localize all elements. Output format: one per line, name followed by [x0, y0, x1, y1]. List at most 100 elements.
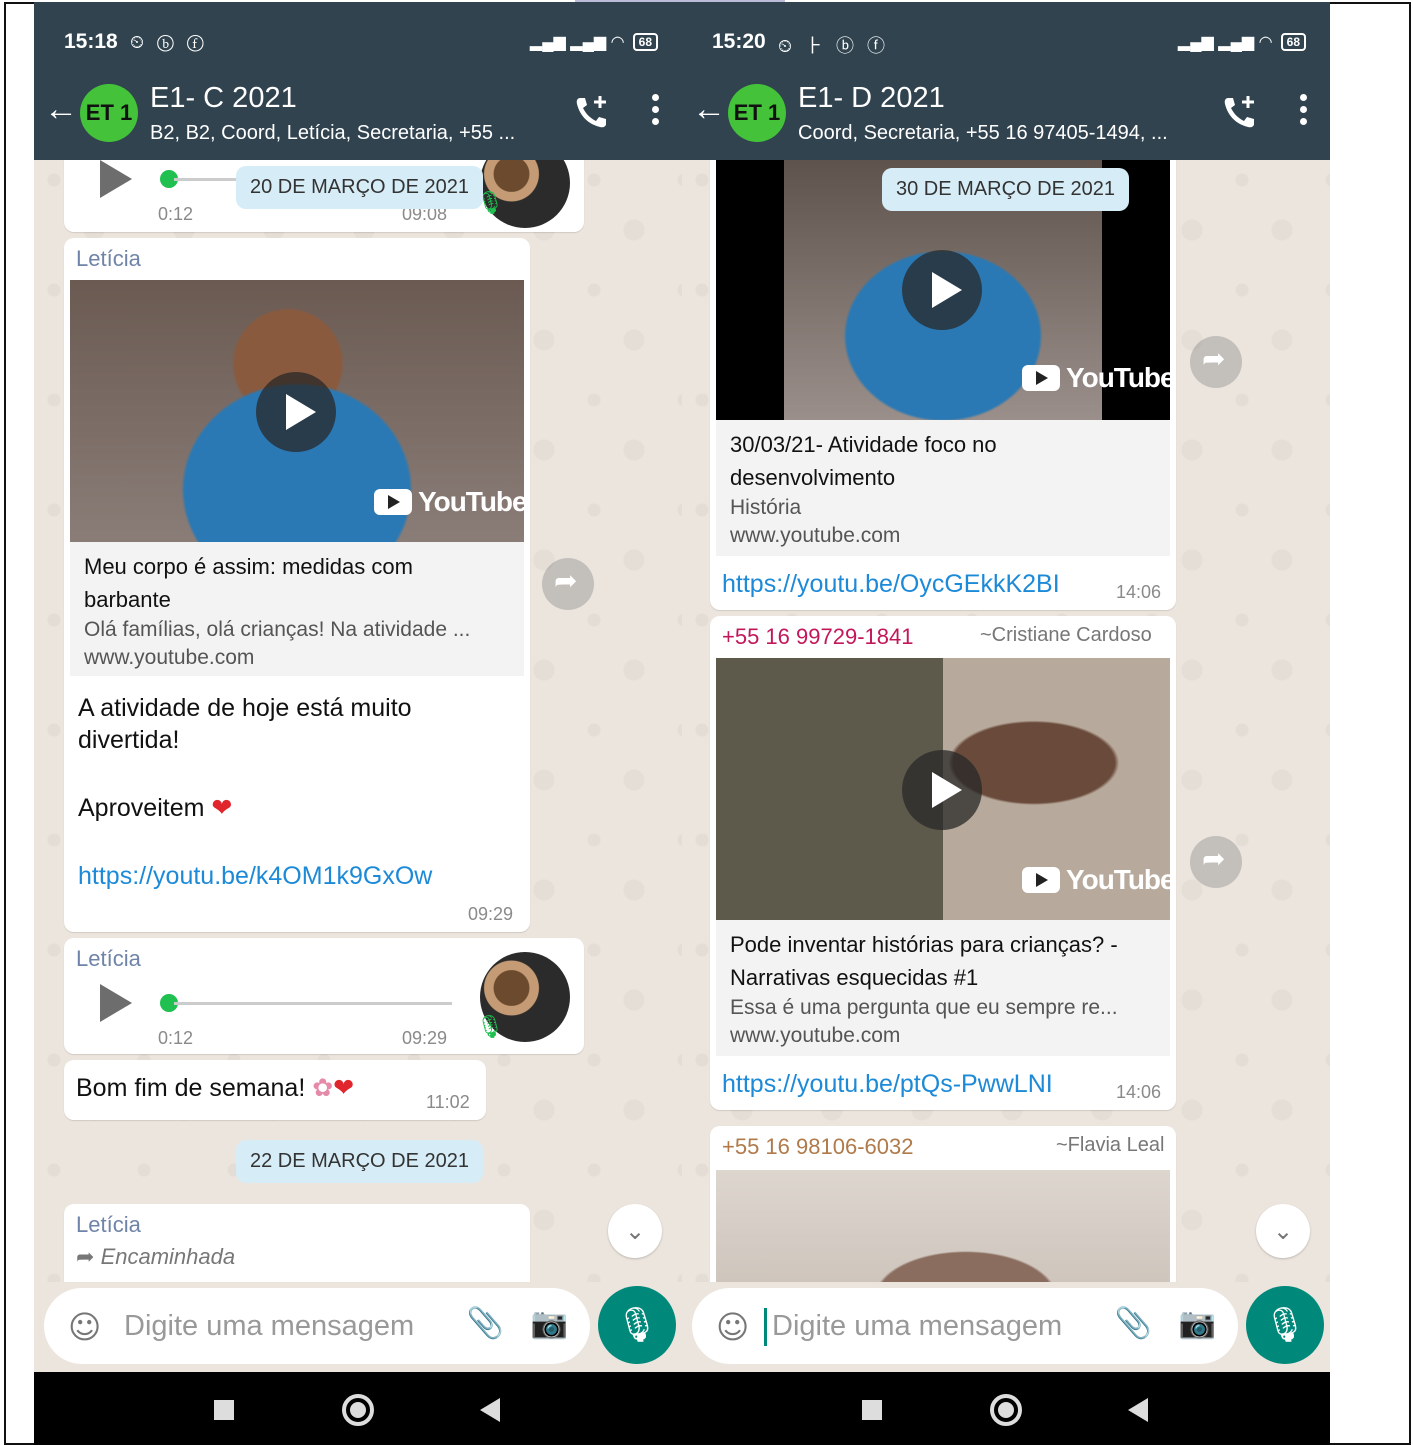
nav-back-icon[interactable] — [480, 1398, 500, 1422]
video-link-message[interactable]: YouTube 30/03/21- Atividade foco no dese… — [710, 160, 1176, 610]
sender-name[interactable]: Letícia — [76, 946, 141, 972]
overflow-menu-icon[interactable] — [650, 94, 660, 130]
audio-duration: 0:12 — [158, 1028, 194, 1048]
attach-icon[interactable]: 📎 — [467, 1306, 504, 1341]
input-bar: ☺ Digite uma mensagem 📎 📷 🎙 — [682, 1282, 1330, 1372]
forwarded-icon: ➦ — [76, 1245, 95, 1270]
chat-title[interactable]: E1- C 2021 — [150, 82, 297, 115]
status-right: ▂▄▆ ▂▄▆ ◠ 68 — [530, 32, 658, 52]
message-time: 09:29 — [468, 904, 514, 924]
sender-phone[interactable]: +55 16 98106-6032 — [722, 1134, 913, 1160]
link-title[interactable]: Meu corpo é assim: medidas com barbante — [84, 550, 504, 616]
back-arrow-icon[interactable]: ← — [44, 92, 78, 126]
group-avatar[interactable]: ET 1 — [728, 84, 786, 142]
sender-name[interactable]: ~Cristiane Cardoso — [980, 624, 1152, 647]
camera-icon[interactable]: 📷 — [1179, 1306, 1216, 1341]
sender-name[interactable]: Letícia — [76, 246, 141, 272]
video-thumbnail[interactable] — [716, 1170, 1170, 1282]
overflow-menu-icon[interactable] — [1298, 94, 1308, 130]
audio-duration: 0:12 — [158, 204, 194, 224]
status-bar: 15:20 ⏲ ⺊ ⓑ ⓕ ▂▄▆ ▂▄▆ ◠ 68 — [682, 2, 1330, 68]
chat-area[interactable]: YouTube 30/03/21- Atividade foco no dese… — [682, 160, 1330, 1282]
emoji-icon[interactable]: ☺ — [716, 1308, 749, 1346]
message-link[interactable]: https://youtu.be/OycGEkkK2BI — [722, 570, 1060, 599]
message-time: 14:06 — [1116, 582, 1162, 602]
emoji-icon[interactable]: ☺ — [68, 1308, 101, 1346]
message-text: Bom fim de semana! ✿❤ — [76, 1073, 355, 1102]
video-link-message[interactable]: +55 16 98106-6032 ~Flavia Leal — [710, 1126, 1176, 1282]
battery-icon: 68 — [632, 33, 658, 51]
android-navbar — [34, 1372, 682, 1445]
scroll-down-button[interactable]: ⌄ — [608, 1204, 662, 1258]
play-icon[interactable] — [902, 250, 982, 330]
back-arrow-icon[interactable]: ← — [692, 92, 726, 126]
mic-button[interactable]: 🎙 — [1246, 1286, 1324, 1364]
message-link[interactable]: https://youtu.be/ptQs-PwwLNI — [722, 1070, 1053, 1099]
heart-emoji-icon: ❤ — [211, 793, 233, 822]
status-time: 15:18 — [64, 30, 118, 53]
link-domain: www.youtube.com — [730, 524, 901, 547]
scroll-down-button[interactable]: ⌄ — [1256, 1204, 1310, 1258]
video-link-message[interactable]: +55 16 99729-1841 ~Cristiane Cardoso You… — [710, 616, 1176, 1110]
add-call-icon[interactable] — [1220, 92, 1260, 132]
message-link[interactable]: https://youtu.be/k4OM1k9GxOw — [78, 862, 432, 891]
home-icon[interactable] — [342, 1394, 374, 1426]
forwarded-message[interactable]: Letícia ➦ Encaminhada — [64, 1204, 530, 1282]
input-placeholder[interactable]: Digite uma mensagem — [772, 1310, 1062, 1343]
status-icons: ⏲ ⺊ ⓑ ⓕ — [778, 36, 890, 56]
date-divider: 22 DE MARÇO DE 2021 — [236, 1140, 483, 1183]
video-thumbnail[interactable]: YouTube — [70, 280, 524, 542]
youtube-logo: YouTube — [374, 486, 524, 518]
audio-play-icon[interactable] — [100, 160, 132, 198]
link-description: Olá famílias, olá crianças! Na atividade… — [84, 618, 471, 641]
play-icon[interactable] — [256, 372, 336, 452]
home-icon[interactable] — [990, 1394, 1022, 1426]
chat-participants[interactable]: Coord, Secretaria, +55 16 97405-1494, ..… — [798, 122, 1168, 145]
status-right: ▂▄▆ ▂▄▆ ◠ 68 — [1178, 32, 1306, 52]
input-bar: ☺ Digite uma mensagem 📎 📷 🎙 — [34, 1282, 682, 1372]
phone-left: 15:18 ⏲ ⓑ ⓕ ▂▄▆ ▂▄▆ ◠ 68 ← ET 1 E1- C 20… — [34, 2, 682, 1445]
chat-title[interactable]: E1- D 2021 — [798, 82, 945, 115]
message-input[interactable]: ☺ Digite uma mensagem 📎 📷 — [692, 1288, 1238, 1364]
group-avatar[interactable]: ET 1 — [80, 84, 138, 142]
add-call-icon[interactable] — [572, 92, 612, 132]
video-thumbnail[interactable]: YouTube — [716, 658, 1170, 920]
link-description: Essa é uma pergunta que eu sempre re... — [730, 996, 1118, 1019]
input-placeholder[interactable]: Digite uma mensagem — [124, 1310, 414, 1343]
camera-icon[interactable]: 📷 — [531, 1306, 568, 1341]
play-icon[interactable] — [902, 750, 982, 830]
video-link-message[interactable]: Letícia YouTube Meu corpo é assim: medid… — [64, 238, 530, 932]
audio-message[interactable]: Letícia 0:12 09:29 🎙 — [64, 938, 584, 1054]
youtube-logo: YouTube — [1022, 864, 1170, 896]
chat-header: ← ET 1 E1- D 2021 Coord, Secretaria, +55… — [682, 68, 1330, 160]
chat-participants[interactable]: B2, B2, Coord, Letícia, Secretaria, +55 … — [150, 122, 515, 145]
attach-icon[interactable]: 📎 — [1115, 1306, 1152, 1341]
sender-name[interactable]: ~Flavia Leal — [1056, 1134, 1164, 1157]
heart-emoji-icon: ❤ — [333, 1073, 355, 1102]
audio-track[interactable] — [174, 1002, 452, 1005]
audio-play-icon[interactable] — [100, 984, 132, 1022]
link-title[interactable]: 30/03/21- Atividade foco no desenvolvime… — [730, 428, 1130, 494]
link-domain: www.youtube.com — [730, 1024, 901, 1047]
youtube-logo: YouTube — [1022, 362, 1170, 394]
recents-icon[interactable] — [862, 1400, 882, 1420]
signal-icon: ▂▄▆ ▂▄▆ ◠ — [1177, 34, 1273, 51]
chat-header: ← ET 1 E1- C 2021 B2, B2, Coord, Letícia… — [34, 68, 682, 160]
sender-name[interactable]: Letícia — [76, 1212, 141, 1238]
forward-button[interactable] — [1190, 336, 1242, 388]
chat-area[interactable]: 0:12 09:08 🎙 20 DE MARÇO DE 2021 Letícia… — [34, 160, 682, 1282]
forward-button[interactable] — [542, 558, 594, 610]
status-bar: 15:18 ⏲ ⓑ ⓕ ▂▄▆ ▂▄▆ ◠ 68 — [34, 2, 682, 68]
text-message[interactable]: Bom fim de semana! ✿❤ 11:02 — [64, 1060, 486, 1120]
date-divider: 20 DE MARÇO DE 2021 — [236, 166, 483, 209]
forwarded-label: ➦ Encaminhada — [76, 1244, 236, 1270]
mic-button[interactable]: 🎙 — [598, 1286, 676, 1364]
forward-button[interactable] — [1190, 836, 1242, 888]
sender-phone[interactable]: +55 16 99729-1841 — [722, 624, 913, 650]
recents-icon[interactable] — [214, 1400, 234, 1420]
link-description: História — [730, 496, 802, 519]
date-divider: 30 DE MARÇO DE 2021 — [882, 168, 1129, 211]
link-title[interactable]: Pode inventar histórias para crianças? -… — [730, 928, 1170, 994]
nav-back-icon[interactable] — [1128, 1398, 1148, 1422]
message-input[interactable]: ☺ Digite uma mensagem 📎 📷 — [44, 1288, 590, 1364]
